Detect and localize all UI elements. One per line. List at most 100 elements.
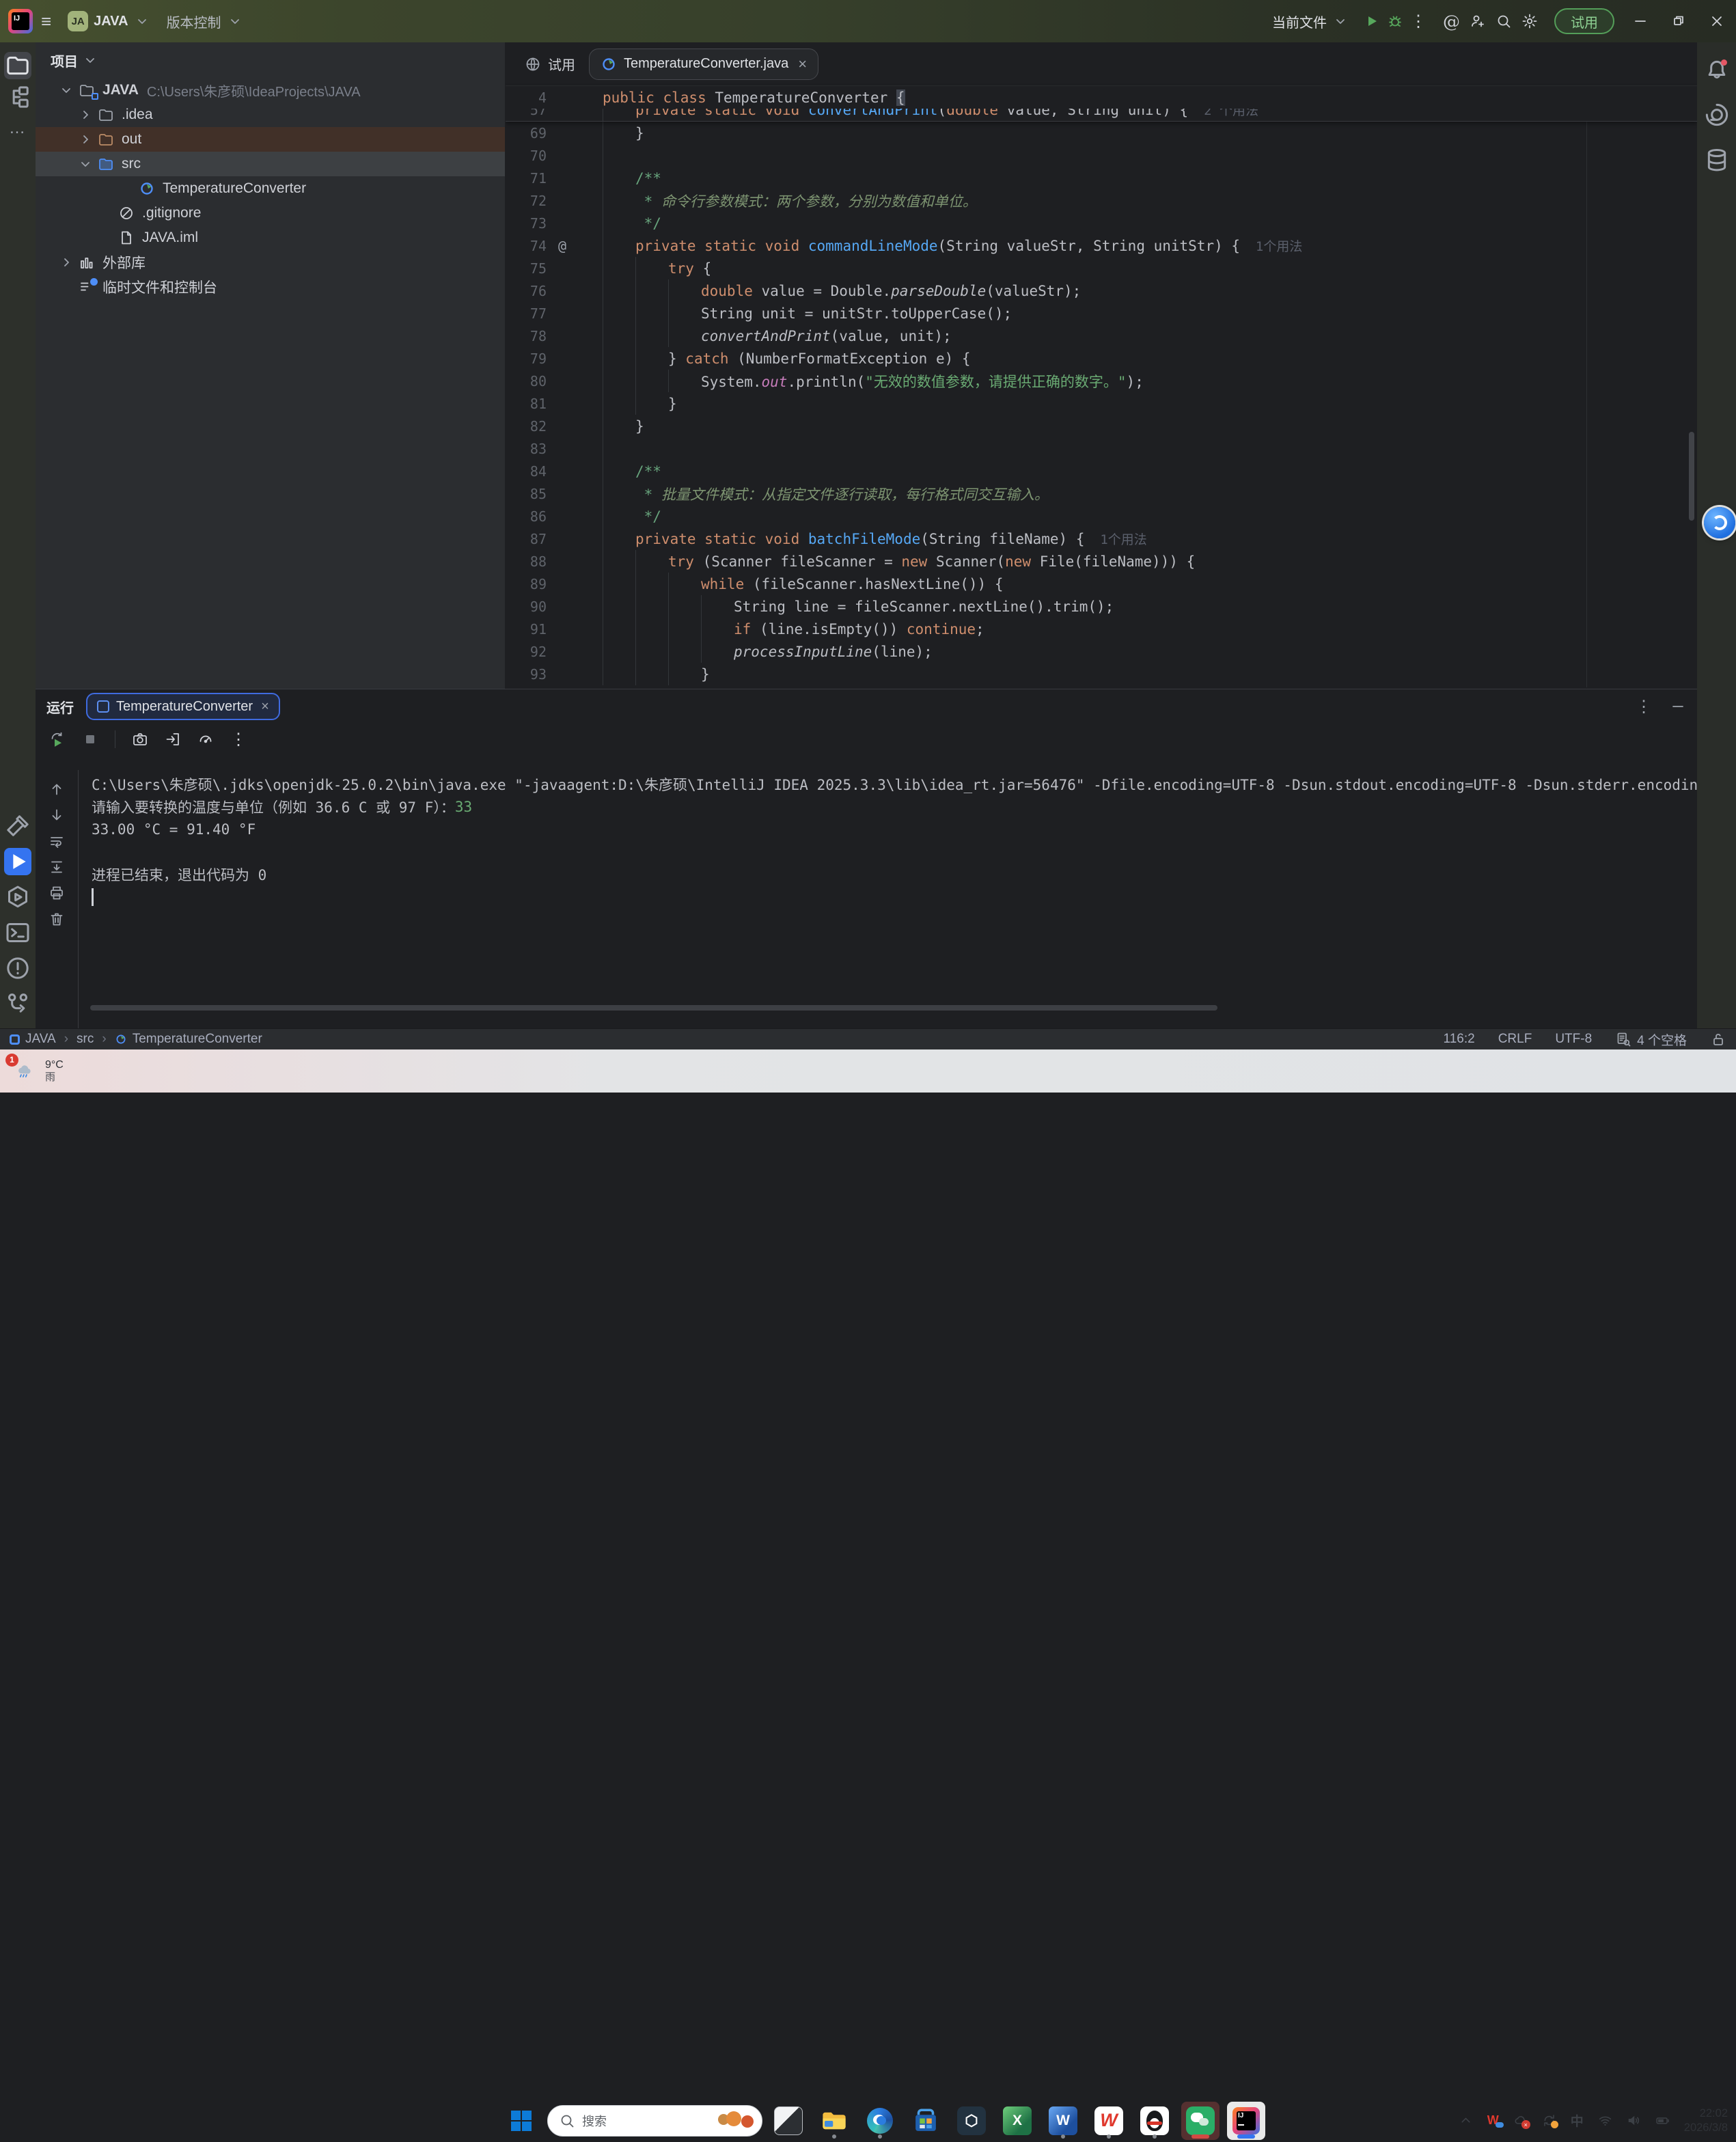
code-line[interactable]: 69}	[506, 122, 1697, 144]
breadcrumb-item-src[interactable]: src	[77, 1032, 94, 1047]
battery-icon[interactable]	[1655, 2113, 1670, 2128]
code-area[interactable]: 69} 70 71/**72 * 命令行参数模式：两个参数，分别为数值和单位。73 …	[506, 122, 1697, 685]
code-line[interactable]: 72 * 命令行参数模式：两个参数，分别为数值和单位。	[506, 189, 1697, 212]
line-number[interactable]: 89	[506, 576, 547, 592]
caret-position[interactable]: 116:2	[1444, 1032, 1475, 1047]
taskbar-app-mastergo[interactable]: ⬡	[952, 2102, 991, 2140]
tool-more-icon[interactable]: …	[4, 115, 31, 142]
minimize-window-button[interactable]	[1621, 0, 1659, 42]
code-line[interactable]: 82}	[506, 415, 1697, 437]
chevron-down-icon[interactable]	[75, 156, 96, 172]
tool-terminal-icon[interactable]	[4, 919, 31, 946]
taskbar-app-edge[interactable]	[861, 2102, 899, 2140]
code-line[interactable]: 57private static void convertAndPrint(do…	[506, 109, 1697, 121]
tree-item-.idea[interactable]: .idea	[36, 102, 505, 127]
tree-item----[interactable]: 外部库	[36, 250, 505, 275]
taskbar-app-idea[interactable]: IJ	[1227, 2102, 1265, 2140]
file-encoding[interactable]: UTF-8	[1555, 1032, 1592, 1047]
console-horizontal-scrollbar[interactable]	[90, 1005, 1217, 1011]
console-output[interactable]: C:\Users\朱彦硕\.jdks\openjdk-25.0.2\bin\ja…	[79, 758, 1697, 1028]
tree-item-java[interactable]: JAVAC:\Users\朱彦硕\IdeaProjects\JAVA	[36, 78, 505, 102]
add-user-icon[interactable]	[1470, 13, 1486, 29]
tab-trial[interactable]: 试用	[518, 54, 582, 74]
line-number[interactable]: 70	[506, 148, 547, 164]
code-line[interactable]: 76double value = Double.parseDouble(valu…	[506, 279, 1697, 302]
line-number[interactable]: 69	[506, 125, 547, 141]
chevron-right-icon[interactable]	[75, 131, 96, 148]
line-number[interactable]: 74	[506, 238, 547, 254]
code-line[interactable]: 74@private static void commandLineMode(S…	[506, 234, 1697, 257]
run-rerun-icon[interactable]	[49, 731, 66, 747]
tool-problems-icon[interactable]	[4, 955, 31, 982]
close-run-tab-icon[interactable]: ×	[261, 699, 269, 715]
console-down-icon[interactable]	[49, 807, 65, 823]
floating-assistant-button[interactable]	[1704, 507, 1735, 538]
taskbar-app-excel[interactable]: X	[998, 2102, 1036, 2140]
hide-run-panel-icon[interactable]	[1670, 697, 1686, 717]
run-gauge-icon[interactable]	[197, 731, 214, 747]
line-number[interactable]: 90	[506, 599, 547, 615]
tool-ai-assistant-icon[interactable]	[1703, 101, 1731, 128]
tree-item-out[interactable]: out	[36, 127, 505, 152]
line-number[interactable]: 87	[506, 531, 547, 547]
console-scroll-end-icon[interactable]	[49, 859, 65, 875]
code-line[interactable]: 77String unit = unitStr.toUpperCase();	[506, 302, 1697, 325]
run-config-selector[interactable]: 当前文件	[1264, 6, 1357, 36]
taskbar-clock[interactable]: 22:022026/3/8	[1684, 2106, 1728, 2134]
tool-project-folder-icon[interactable]	[4, 52, 31, 79]
line-number[interactable]: 71	[506, 170, 547, 187]
taskbar-app-qq[interactable]	[1135, 2102, 1174, 2140]
line-number[interactable]: 91	[506, 621, 547, 637]
weather-widget[interactable]: 1 9°C 雨	[10, 1058, 64, 1085]
editor-vertical-scrollbar[interactable]	[1689, 432, 1694, 521]
tool-database-icon[interactable]	[1703, 146, 1731, 174]
line-number[interactable]: 82	[506, 418, 547, 435]
editor-area[interactable]: 试用 TemperatureConverter.java × ⚠ 2 4publ…	[506, 42, 1697, 689]
line-number[interactable]: 80	[506, 373, 547, 389]
wifi-icon[interactable]	[1598, 2113, 1612, 2128]
taskbar-search[interactable]: 搜索	[547, 2105, 762, 2137]
line-number[interactable]: 88	[506, 553, 547, 570]
line-number[interactable]: 79	[506, 351, 547, 367]
lock-open-icon[interactable]	[1710, 1031, 1726, 1047]
play-icon[interactable]	[1364, 13, 1380, 29]
breadcrumb-item-java[interactable]: JAVA	[10, 1032, 56, 1047]
run-panel-options-icon[interactable]: ⋮	[1636, 697, 1652, 717]
code-line[interactable]: 88try (Scanner fileScanner = new Scanner…	[506, 550, 1697, 573]
code-line[interactable]: 87private static void batchFileMode(Stri…	[506, 527, 1697, 550]
chevron-right-icon[interactable]	[56, 254, 77, 271]
restore-window-button[interactable]	[1659, 0, 1698, 42]
tree-item---------[interactable]: 临时文件和控制台	[36, 275, 505, 299]
code-line[interactable]: 92processInputLine(line);	[506, 640, 1697, 663]
chevron-right-icon[interactable]	[75, 107, 96, 123]
onedrive-error-icon[interactable]: ×	[1513, 2113, 1528, 2128]
volume-icon[interactable]	[1627, 2113, 1641, 2128]
console-trash-icon[interactable]	[49, 911, 65, 927]
taskbar-app-explorer[interactable]	[815, 2102, 853, 2140]
code-line[interactable]: 80System.out.println("无效的数值参数，请提供正确的数字。"…	[506, 370, 1697, 392]
code-line[interactable]: 78convertAndPrint(value, unit);	[506, 325, 1697, 347]
line-number[interactable]: 75	[506, 260, 547, 277]
line-separator[interactable]: CRLF	[1498, 1032, 1532, 1047]
code-line[interactable]: 81}	[506, 392, 1697, 415]
close-tab-icon[interactable]: ×	[798, 55, 807, 73]
code-line[interactable]: 73 */	[506, 212, 1697, 234]
tree-item-java.iml[interactable]: JAVA.iml	[36, 225, 505, 250]
taskbar-app-screenshot-tool[interactable]	[769, 2102, 808, 2140]
tree-item-.gitignore[interactable]: .gitignore	[36, 201, 505, 225]
code-line[interactable]: 4public class TemperatureConverter {	[506, 86, 1697, 109]
line-number[interactable]: 78	[506, 328, 547, 344]
line-number[interactable]: 93	[506, 666, 547, 683]
start-button[interactable]	[502, 2102, 540, 2140]
code-line[interactable]: 79} catch (NumberFormatException e) {	[506, 347, 1697, 370]
tool-notifications-icon[interactable]	[1703, 56, 1731, 83]
breadcrumb-item-temperatureconverter[interactable]: TemperatureConverter	[115, 1032, 262, 1047]
tree-item-temperatureconverter[interactable]: TemperatureConverter	[36, 176, 505, 201]
code-line[interactable]: 71/**	[506, 167, 1697, 189]
run-tab[interactable]: TemperatureConverter ×	[86, 693, 280, 720]
code-line[interactable]: 83	[506, 437, 1697, 460]
code-line[interactable]: 85 * 批量文件模式：从指定文件逐行读取，每行格式同交互输入。	[506, 482, 1697, 505]
code-line[interactable]: 90String line = fileScanner.nextLine().t…	[506, 595, 1697, 618]
tray-expand-icon[interactable]	[1459, 2113, 1473, 2128]
kebab-icon[interactable]: ⋮	[1410, 12, 1427, 31]
